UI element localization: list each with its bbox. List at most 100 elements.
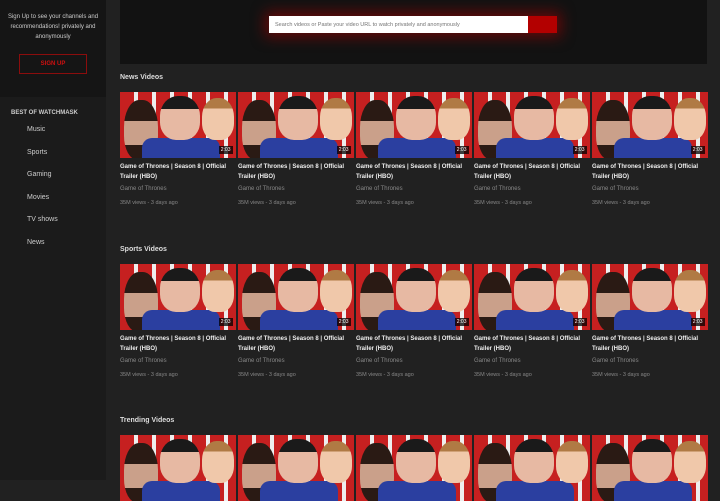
video-card[interactable] — [592, 435, 708, 501]
video-thumbnail[interactable]: 2:03 — [238, 92, 354, 158]
section-title: News Videos — [120, 74, 164, 81]
search-bar — [269, 16, 557, 33]
duration-badge: 2:03 — [218, 318, 233, 326]
channel-name[interactable]: Game of Thrones — [592, 186, 708, 192]
video-card[interactable] — [120, 435, 236, 501]
video-title[interactable]: Game of Thrones | Season 8 | Official Tr… — [474, 162, 590, 183]
thumbnail-person — [278, 96, 318, 140]
video-title[interactable]: Game of Thrones | Season 8 | Official Tr… — [356, 334, 472, 355]
search-input[interactable] — [269, 16, 528, 33]
video-card[interactable] — [356, 435, 472, 501]
sidebar-item-tv-shows[interactable]: TV shows — [27, 209, 106, 232]
video-card[interactable]: 2:03 Game of Thrones | Season 8 | Offici… — [592, 264, 708, 378]
video-card[interactable]: 2:03 Game of Thrones | Season 8 | Offici… — [238, 264, 354, 378]
video-thumbnail[interactable]: 2:03 — [474, 92, 590, 158]
video-thumbnail[interactable] — [592, 435, 708, 501]
video-thumbnail[interactable] — [120, 435, 236, 501]
channel-name[interactable]: Game of Thrones — [120, 358, 236, 364]
video-meta: 35M views - 3 days ago — [592, 372, 650, 378]
video-card[interactable] — [238, 435, 354, 501]
video-meta: 35M views - 3 days ago — [356, 372, 414, 378]
video-meta: 35M views - 3 days ago — [120, 200, 178, 206]
thumbnail-person — [320, 270, 352, 312]
duration-badge: 2:03 — [572, 146, 587, 154]
channel-name[interactable]: Game of Thrones — [238, 186, 354, 192]
thumbnail-person — [556, 98, 588, 140]
sidebar-item-gaming[interactable]: Gaming — [27, 164, 106, 187]
video-thumbnail[interactable] — [238, 435, 354, 501]
sidebar-nav: Music Sports Gaming Movies TV shows News — [0, 119, 106, 255]
thumbnail-person — [632, 439, 672, 483]
thumbnail-person — [396, 96, 436, 140]
video-thumbnail[interactable]: 2:03 — [356, 264, 472, 330]
video-thumbnail[interactable] — [356, 435, 472, 501]
thumbnail-person — [614, 138, 692, 158]
thumbnail-person — [378, 310, 456, 330]
thumbnail-person — [514, 268, 554, 312]
video-thumbnail[interactable]: 2:03 — [592, 264, 708, 330]
video-meta: 35M views - 3 days ago — [474, 200, 532, 206]
thumbnail-person — [142, 481, 220, 501]
thumbnail-person — [160, 96, 200, 140]
video-thumbnail[interactable]: 2:03 — [356, 92, 472, 158]
thumbnail-person — [438, 98, 470, 140]
video-card[interactable]: 2:03 Game of Thrones | Season 8 | Offici… — [238, 92, 354, 206]
channel-name[interactable]: Game of Thrones — [356, 186, 472, 192]
video-title[interactable]: Game of Thrones | Season 8 | Official Tr… — [592, 162, 708, 183]
channel-name[interactable]: Game of Thrones — [474, 186, 590, 192]
video-title[interactable]: Game of Thrones | Season 8 | Official Tr… — [238, 334, 354, 355]
channel-name[interactable]: Game of Thrones — [356, 358, 472, 364]
thumbnail-person — [278, 268, 318, 312]
thumbnail-person — [202, 441, 234, 483]
video-card[interactable]: 2:03 Game of Thrones | Season 8 | Offici… — [356, 264, 472, 378]
duration-badge: 2:03 — [454, 318, 469, 326]
video-thumbnail[interactable]: 2:03 — [238, 264, 354, 330]
video-card[interactable]: 2:03 Game of Thrones | Season 8 | Offici… — [592, 92, 708, 206]
video-thumbnail[interactable]: 2:03 — [474, 264, 590, 330]
video-card[interactable]: 2:03 Game of Thrones | Season 8 | Offici… — [356, 92, 472, 206]
video-meta: 35M views - 3 days ago — [592, 200, 650, 206]
video-title[interactable]: Game of Thrones | Season 8 | Official Tr… — [120, 162, 236, 183]
sidebar: Sign Up to see your channels and recomme… — [0, 0, 106, 480]
search-button[interactable] — [528, 16, 557, 33]
video-card[interactable]: 2:03 Game of Thrones | Season 8 | Offici… — [120, 264, 236, 378]
channel-name[interactable]: Game of Thrones — [238, 358, 354, 364]
video-thumbnail[interactable] — [474, 435, 590, 501]
video-card[interactable]: 2:03 Game of Thrones | Season 8 | Offici… — [120, 92, 236, 206]
video-title[interactable]: Game of Thrones | Season 8 | Official Tr… — [592, 334, 708, 355]
thumbnail-person — [320, 441, 352, 483]
thumbnail-person — [278, 439, 318, 483]
duration-badge: 2:03 — [336, 318, 351, 326]
video-title[interactable]: Game of Thrones | Season 8 | Official Tr… — [474, 334, 590, 355]
thumbnail-person — [674, 441, 706, 483]
video-thumbnail[interactable]: 2:03 — [592, 92, 708, 158]
thumbnail-person — [632, 96, 672, 140]
video-card[interactable]: 2:03 Game of Thrones | Season 8 | Offici… — [474, 92, 590, 206]
channel-name[interactable]: Game of Thrones — [120, 186, 236, 192]
hero-banner — [120, 0, 707, 64]
sign-up-button[interactable]: SIGN UP — [19, 54, 87, 74]
thumbnail-person — [202, 98, 234, 140]
thumbnail-person — [496, 310, 574, 330]
channel-name[interactable]: Game of Thrones — [592, 358, 708, 364]
video-thumbnail[interactable]: 2:03 — [120, 264, 236, 330]
sidebar-item-movies[interactable]: Movies — [27, 187, 106, 210]
video-title[interactable]: Game of Thrones | Season 8 | Official Tr… — [120, 334, 236, 355]
thumbnail-person — [674, 270, 706, 312]
sidebar-item-music[interactable]: Music — [27, 119, 106, 142]
video-thumbnail[interactable]: 2:03 — [120, 92, 236, 158]
signup-panel: Sign Up to see your channels and recomme… — [0, 0, 106, 97]
thumbnail-person — [260, 310, 338, 330]
channel-name[interactable]: Game of Thrones — [474, 358, 590, 364]
video-title[interactable]: Game of Thrones | Season 8 | Official Tr… — [356, 162, 472, 183]
sidebar-item-news[interactable]: News — [27, 232, 106, 255]
duration-badge: 2:03 — [454, 146, 469, 154]
thumbnail-person — [514, 439, 554, 483]
video-card[interactable]: 2:03 Game of Thrones | Season 8 | Offici… — [474, 264, 590, 378]
thumbnail-person — [396, 268, 436, 312]
video-meta: 35M views - 3 days ago — [474, 372, 532, 378]
video-title[interactable]: Game of Thrones | Season 8 | Official Tr… — [238, 162, 354, 183]
sidebar-item-sports[interactable]: Sports — [27, 142, 106, 165]
video-card[interactable] — [474, 435, 590, 501]
thumbnail-person — [160, 439, 200, 483]
